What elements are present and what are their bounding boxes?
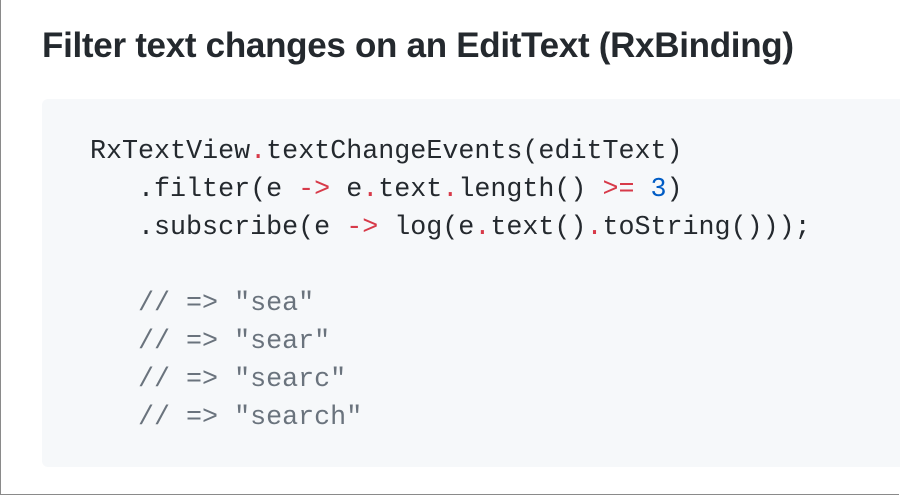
code-token-dot: .: [586, 213, 603, 243]
code-comment: // => "sear": [138, 327, 331, 357]
code-token: .filter(e: [138, 175, 299, 205]
code-comment: // => "searc": [138, 365, 347, 395]
code-comment: // => "search": [138, 403, 363, 433]
code-token: length(): [458, 175, 603, 205]
code-token: text(): [490, 213, 587, 243]
code-line-1: RxTextView.textChangeEvents(editText): [90, 133, 900, 171]
page-title: Filter text changes on an EditText (RxBi…: [42, 26, 794, 65]
code-token-arrow: ->: [346, 213, 379, 243]
code-token: textChangeEvents(editText): [266, 137, 683, 167]
code-line-2: .filter(e -> e.text.length() >= 3): [90, 171, 900, 209]
code-token: log(e: [378, 213, 475, 243]
code-comment-line: // => "search": [90, 399, 900, 437]
code-comment-line: // => "sea": [90, 285, 900, 323]
code-token: text: [378, 175, 443, 205]
code-comment: // => "sea": [138, 289, 315, 319]
code-token-dot: .: [250, 137, 267, 167]
code-token-number: 3: [650, 175, 667, 205]
code-token: e: [330, 175, 363, 205]
code-comment-line: // => "sear": [90, 323, 900, 361]
code-comment-line: // => "searc": [90, 361, 900, 399]
code-token: RxTextView: [90, 137, 251, 167]
code-token-dot: .: [362, 175, 379, 205]
code-token-dot: .: [442, 175, 459, 205]
code-line-3: .subscribe(e -> log(e.text().toString())…: [90, 209, 900, 247]
code-token-arrow: ->: [298, 175, 331, 205]
code-block: RxTextView.textChangeEvents(editText) .f…: [42, 99, 900, 467]
code-token: ): [666, 175, 683, 205]
code-token: .subscribe(e: [138, 213, 347, 243]
code-token-dot: .: [474, 213, 491, 243]
code-token-gte: >=: [602, 175, 635, 205]
code-token: toString()));: [602, 213, 811, 243]
